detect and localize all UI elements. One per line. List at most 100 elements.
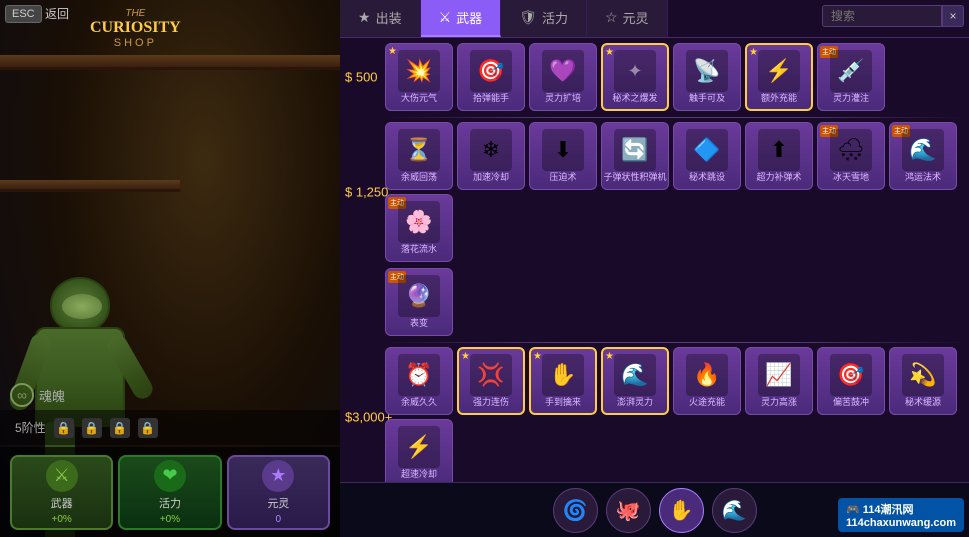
skill-pian-ku[interactable]: 🎯 偏苦鼓冲 <box>817 347 885 415</box>
attr-lock-4: 🔒 <box>138 418 158 438</box>
top-nav: ★ 出装 ⚔ 武器 🛡 活力 ☆ 元灵 × <box>340 0 969 38</box>
tab-spirit[interactable]: ★ 元灵 0 <box>227 455 330 530</box>
skill-hong-yun[interactable]: 主动 🌊 鸿运法术 <box>889 122 957 190</box>
skill-icon: 💜 <box>542 50 584 92</box>
skill-mi-shu-huan[interactable]: 💫 秘术缓源 <box>889 347 957 415</box>
skill-icon: ❄ <box>470 129 512 171</box>
soul-indicator: ∞ 魂魄 <box>10 383 65 407</box>
soul-icon: ∞ <box>10 383 34 407</box>
skill-icon: ⏰ <box>398 354 440 396</box>
skill-label: 加速冷却 <box>473 173 509 183</box>
attr-lock-1: 🔒 <box>54 418 74 438</box>
weapons-label: 武器 <box>51 495 73 511</box>
skill-peng-pai[interactable]: ★ 🌊 澎湃灵力 <box>601 347 669 415</box>
spirit-icon: ★ <box>262 460 294 492</box>
skill-icon: 🔥 <box>686 354 728 396</box>
nav-tab-vitality[interactable]: 🛡 活力 <box>501 0 587 37</box>
skill-qiang-li[interactable]: ★ 💢 强力连伤 <box>457 347 525 415</box>
skill-icon: 💢 <box>470 354 512 396</box>
skill-bing-tian[interactable]: 主动 🌨 冰天雪地 <box>817 122 885 190</box>
row-divider-1 <box>385 117 964 118</box>
search-input[interactable] <box>822 5 942 27</box>
skill-da-shang[interactable]: ★ 💥 大伤元气 <box>385 43 453 111</box>
skill-yu-wei[interactable]: ⏳ 余威回荡 <box>385 122 453 190</box>
shop-logo: THE CURIOSITY SHOP <box>90 8 181 49</box>
skill-star: ★ <box>605 47 614 58</box>
skill-jia-su[interactable]: ❄ 加速冷却 <box>457 122 525 190</box>
skill-label: 触手可及 <box>689 94 725 104</box>
skill-icon: 📈 <box>758 354 800 396</box>
nav-tab-weapon[interactable]: ⚔ 武器 <box>421 0 502 37</box>
skill-icon: ⚡ <box>758 50 800 92</box>
skill-label: 大伤元气 <box>401 94 437 104</box>
spirit-nav-icon: ☆ <box>605 9 618 26</box>
skill-chao-su[interactable]: ⚡ 超速冷却 <box>385 419 453 482</box>
skill-label: 秘术缓源 <box>905 398 941 408</box>
skill-icon: 🔮 <box>398 275 440 317</box>
watermark: 🎮 114潮汛网114chaxunwang.com <box>838 498 964 532</box>
skill-mi-shu-bao[interactable]: ★ ✦ 秘术之爆发 <box>601 43 669 111</box>
skill-luo-hua[interactable]: 主动 🌸 落花流水 <box>385 194 453 262</box>
skill-icon: 🌨 <box>830 129 872 171</box>
skill-e-wai[interactable]: ★ ⚡ 额外充能 <box>745 43 813 111</box>
skill-label: 手到擒来 <box>545 398 581 408</box>
equip-icon: ★ <box>358 9 371 26</box>
skill-label: 表变 <box>410 319 428 329</box>
search-box: × <box>822 5 964 27</box>
skill-ling-li-gao[interactable]: 📈 灵力高涨 <box>745 347 813 415</box>
skill-label: 灵力灌注 <box>833 94 869 104</box>
tab-vitality[interactable]: ❤ 活力 +0% <box>118 455 221 530</box>
back-button[interactable]: 返回 <box>45 5 69 22</box>
bottom-skill-2[interactable]: 🐙 <box>606 488 651 533</box>
skill-ling-li-guan[interactable]: 主动 💉 灵力灌注 <box>817 43 885 111</box>
skill-icon: 🔄 <box>614 129 656 171</box>
skills-area[interactable]: $ 500 ★ 💥 大伤元气 🎯 拾弹能手 💜 灵力扩培 ★ <box>340 38 969 482</box>
nav-tab-equip[interactable]: ★ 出装 <box>340 0 421 37</box>
skill-icon: ⬇ <box>542 129 584 171</box>
skill-icon: 🔷 <box>686 129 728 171</box>
skill-chu-shou[interactable]: 📡 触手可及 <box>673 43 741 111</box>
skill-label: 秘术跳设 <box>689 173 725 183</box>
skill-icon: 🌊 <box>902 129 944 171</box>
nav-tab-spirit[interactable]: ☆ 元灵 <box>587 0 668 37</box>
row-divider-2 <box>385 342 964 343</box>
price-row-3000: $3,000+ ⏰ 余威久久 ★ 💢 强力连伤 ★ ✋ 手到擒来 <box>385 347 964 482</box>
skill-ya-po[interactable]: ⬇ 压迫术 <box>529 122 597 190</box>
skill-label: 子弹状性积弹机 <box>603 173 666 183</box>
skill-biao-bian[interactable]: 主动 🔮 表变 <box>385 268 453 336</box>
spirit-label: 元灵 <box>267 495 289 511</box>
skill-mi-shu-tiao[interactable]: 🔷 秘术跳设 <box>673 122 741 190</box>
skill-huo-tu[interactable]: 🔥 火途充能 <box>673 347 741 415</box>
skill-icon: 💥 <box>398 50 440 92</box>
search-close-button[interactable]: × <box>942 5 964 27</box>
vitality-label: 活力 <box>159 495 181 511</box>
skill-label: 灵力扩培 <box>545 94 581 104</box>
skill-yu-wei-jiu[interactable]: ⏰ 余威久久 <box>385 347 453 415</box>
skill-label: 火途充能 <box>689 398 725 408</box>
skill-star: ★ <box>533 351 542 362</box>
bottom-skill-4[interactable]: 🌊 <box>712 488 757 533</box>
price-tag-500: $ 500 <box>345 70 378 85</box>
skill-ling-li-kuo[interactable]: 💜 灵力扩培 <box>529 43 597 111</box>
skill-shi-dan[interactable]: 🎯 拾弹能手 <box>457 43 525 111</box>
skills-grid-3000: ⏰ 余威久久 ★ 💢 强力连伤 ★ ✋ 手到擒来 ★ 🌊 澎湃灵力 <box>385 347 964 482</box>
left-panel: ∞ 魂魄 5阶性 🔒 🔒 🔒 🔒 ⚔ 武器 +0% ❤ 活力 +0% ★ 元灵 … <box>0 0 340 537</box>
price-row-500: $ 500 ★ 💥 大伤元气 🎯 拾弹能手 💜 灵力扩培 ★ <box>385 43 964 111</box>
tab-weapons[interactable]: ⚔ 武器 +0% <box>10 455 113 530</box>
skill-chao-li[interactable]: ⬆ 超力补弹术 <box>745 122 813 190</box>
logo-shop: SHOP <box>90 37 181 49</box>
weapons-icon: ⚔ <box>46 460 78 492</box>
skill-icon: ✋ <box>542 354 584 396</box>
bottom-skill-3[interactable]: ✋ <box>659 488 704 533</box>
attr-label: 5阶性 <box>15 419 46 436</box>
skill-shou-dao[interactable]: ★ ✋ 手到擒来 <box>529 347 597 415</box>
skill-label: 超力补弹术 <box>756 173 801 183</box>
vitality-bonus: +0% <box>160 514 180 525</box>
price-row-1250: $ 1,250 ⏳ 余威回荡 ❄ 加速冷却 ⬇ 压迫术 🔄 子弹状性积弹机 <box>385 122 964 262</box>
skill-label: 额外充能 <box>761 94 797 104</box>
esc-button[interactable]: ESC <box>5 5 42 23</box>
bottom-skill-1[interactable]: 🌀 <box>553 488 598 533</box>
skill-label: 冰天雪地 <box>833 173 869 183</box>
skill-zi-dan[interactable]: 🔄 子弹状性积弹机 <box>601 122 669 190</box>
bottom-tabs: ⚔ 武器 +0% ❤ 活力 +0% ★ 元灵 0 <box>0 447 340 537</box>
